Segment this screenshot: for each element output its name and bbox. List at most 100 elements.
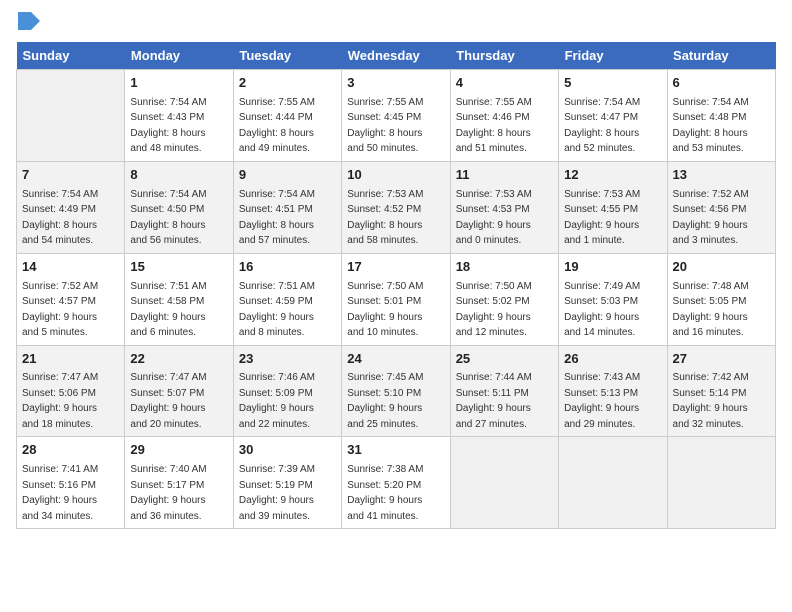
weekday-header: Tuesday [233, 42, 341, 70]
logo [16, 16, 40, 30]
calendar-cell: 27 Sunrise: 7:42 AM Sunset: 5:14 PM Dayli… [667, 345, 775, 437]
day-info: Sunrise: 7:54 AM Sunset: 4:43 PM Dayligh… [130, 97, 206, 155]
day-info: Sunrise: 7:43 AM Sunset: 5:13 PM Dayligh… [564, 372, 640, 430]
calendar-table: SundayMondayTuesdayWednesdayThursdayFrid… [16, 42, 776, 529]
weekday-header: Wednesday [342, 42, 450, 70]
day-info: Sunrise: 7:54 AM Sunset: 4:50 PM Dayligh… [130, 189, 206, 247]
calendar-cell: 24 Sunrise: 7:45 AM Sunset: 5:10 PM Dayli… [342, 345, 450, 437]
day-number: 28 [22, 441, 119, 460]
day-info: Sunrise: 7:50 AM Sunset: 5:02 PM Dayligh… [456, 281, 532, 339]
day-info: Sunrise: 7:46 AM Sunset: 5:09 PM Dayligh… [239, 372, 315, 430]
day-info: Sunrise: 7:54 AM Sunset: 4:49 PM Dayligh… [22, 189, 98, 247]
day-info: Sunrise: 7:41 AM Sunset: 5:16 PM Dayligh… [22, 464, 98, 522]
day-info: Sunrise: 7:40 AM Sunset: 5:17 PM Dayligh… [130, 464, 206, 522]
calendar-cell: 25 Sunrise: 7:44 AM Sunset: 5:11 PM Dayli… [450, 345, 558, 437]
calendar-cell: 29 Sunrise: 7:40 AM Sunset: 5:17 PM Dayli… [125, 437, 233, 529]
weekday-header: Thursday [450, 42, 558, 70]
calendar-cell: 15 Sunrise: 7:51 AM Sunset: 4:58 PM Dayli… [125, 253, 233, 345]
calendar-week-row: 1Sunrise: 7:54 AM Sunset: 4:43 PM Daylig… [17, 70, 776, 162]
day-info: Sunrise: 7:55 AM Sunset: 4:46 PM Dayligh… [456, 97, 532, 155]
day-info: Sunrise: 7:38 AM Sunset: 5:20 PM Dayligh… [347, 464, 423, 522]
day-number: 4 [456, 74, 553, 93]
day-number: 15 [130, 258, 227, 277]
calendar-cell: 3 Sunrise: 7:55 AM Sunset: 4:45 PM Daylig… [342, 70, 450, 162]
day-number: 24 [347, 350, 444, 369]
calendar-cell: 1Sunrise: 7:54 AM Sunset: 4:43 PM Daylig… [125, 70, 233, 162]
day-info: Sunrise: 7:45 AM Sunset: 5:10 PM Dayligh… [347, 372, 423, 430]
weekday-header: Friday [559, 42, 667, 70]
calendar-week-row: 14 Sunrise: 7:52 AM Sunset: 4:57 PM Dayli… [17, 253, 776, 345]
calendar-cell: 16 Sunrise: 7:51 AM Sunset: 4:59 PM Dayli… [233, 253, 341, 345]
day-number: 6 [673, 74, 770, 93]
day-number: 30 [239, 441, 336, 460]
day-number: 16 [239, 258, 336, 277]
calendar-cell [559, 437, 667, 529]
day-number: 17 [347, 258, 444, 277]
day-number: 22 [130, 350, 227, 369]
day-info: Sunrise: 7:53 AM Sunset: 4:55 PM Dayligh… [564, 189, 640, 247]
calendar-cell: 9 Sunrise: 7:54 AM Sunset: 4:51 PM Daylig… [233, 161, 341, 253]
weekday-header: Saturday [667, 42, 775, 70]
day-info: Sunrise: 7:42 AM Sunset: 5:14 PM Dayligh… [673, 372, 749, 430]
day-info: Sunrise: 7:54 AM Sunset: 4:48 PM Dayligh… [673, 97, 749, 155]
calendar-cell: 30 Sunrise: 7:39 AM Sunset: 5:19 PM Dayli… [233, 437, 341, 529]
calendar-cell: 31 Sunrise: 7:38 AM Sunset: 5:20 PM Dayli… [342, 437, 450, 529]
calendar-cell: 17Sunrise: 7:50 AM Sunset: 5:01 PM Dayli… [342, 253, 450, 345]
calendar-cell: 2Sunrise: 7:55 AM Sunset: 4:44 PM Daylig… [233, 70, 341, 162]
day-number: 25 [456, 350, 553, 369]
day-number: 21 [22, 350, 119, 369]
calendar-cell: 8Sunrise: 7:54 AM Sunset: 4:50 PM Daylig… [125, 161, 233, 253]
day-number: 20 [673, 258, 770, 277]
calendar-cell: 18 Sunrise: 7:50 AM Sunset: 5:02 PM Dayli… [450, 253, 558, 345]
calendar-cell: 14 Sunrise: 7:52 AM Sunset: 4:57 PM Dayli… [17, 253, 125, 345]
day-number: 12 [564, 166, 661, 185]
calendar-week-row: 28 Sunrise: 7:41 AM Sunset: 5:16 PM Dayli… [17, 437, 776, 529]
calendar-cell: 12 Sunrise: 7:53 AM Sunset: 4:55 PM Dayli… [559, 161, 667, 253]
day-info: Sunrise: 7:55 AM Sunset: 4:45 PM Dayligh… [347, 97, 423, 155]
day-number: 31 [347, 441, 444, 460]
logo-icon [18, 12, 40, 30]
day-number: 23 [239, 350, 336, 369]
day-number: 26 [564, 350, 661, 369]
day-info: Sunrise: 7:52 AM Sunset: 4:56 PM Dayligh… [673, 189, 749, 247]
calendar-cell: 26 Sunrise: 7:43 AM Sunset: 5:13 PM Dayli… [559, 345, 667, 437]
day-info: Sunrise: 7:51 AM Sunset: 4:58 PM Dayligh… [130, 281, 206, 339]
day-number: 13 [673, 166, 770, 185]
day-number: 19 [564, 258, 661, 277]
day-number: 29 [130, 441, 227, 460]
day-info: Sunrise: 7:48 AM Sunset: 5:05 PM Dayligh… [673, 281, 749, 339]
day-number: 10 [347, 166, 444, 185]
calendar-cell: 13 Sunrise: 7:52 AM Sunset: 4:56 PM Dayli… [667, 161, 775, 253]
calendar-cell: 7 Sunrise: 7:54 AM Sunset: 4:49 PM Daylig… [17, 161, 125, 253]
day-number: 9 [239, 166, 336, 185]
day-info: Sunrise: 7:47 AM Sunset: 5:06 PM Dayligh… [22, 372, 98, 430]
day-info: Sunrise: 7:53 AM Sunset: 4:53 PM Dayligh… [456, 189, 532, 247]
day-number: 7 [22, 166, 119, 185]
calendar-week-row: 21 Sunrise: 7:47 AM Sunset: 5:06 PM Dayli… [17, 345, 776, 437]
calendar-cell: 10Sunrise: 7:53 AM Sunset: 4:52 PM Dayli… [342, 161, 450, 253]
day-info: Sunrise: 7:55 AM Sunset: 4:44 PM Dayligh… [239, 97, 315, 155]
day-info: Sunrise: 7:54 AM Sunset: 4:51 PM Dayligh… [239, 189, 315, 247]
day-number: 14 [22, 258, 119, 277]
day-number: 3 [347, 74, 444, 93]
calendar-cell: 11 Sunrise: 7:53 AM Sunset: 4:53 PM Dayli… [450, 161, 558, 253]
calendar-cell: 6 Sunrise: 7:54 AM Sunset: 4:48 PM Daylig… [667, 70, 775, 162]
day-info: Sunrise: 7:47 AM Sunset: 5:07 PM Dayligh… [130, 372, 206, 430]
calendar-cell: 23 Sunrise: 7:46 AM Sunset: 5:09 PM Dayli… [233, 345, 341, 437]
day-number: 18 [456, 258, 553, 277]
calendar-cell [17, 70, 125, 162]
day-info: Sunrise: 7:39 AM Sunset: 5:19 PM Dayligh… [239, 464, 315, 522]
calendar-cell: 5Sunrise: 7:54 AM Sunset: 4:47 PM Daylig… [559, 70, 667, 162]
day-number: 11 [456, 166, 553, 185]
day-info: Sunrise: 7:44 AM Sunset: 5:11 PM Dayligh… [456, 372, 532, 430]
day-info: Sunrise: 7:51 AM Sunset: 4:59 PM Dayligh… [239, 281, 315, 339]
calendar-week-row: 7 Sunrise: 7:54 AM Sunset: 4:49 PM Daylig… [17, 161, 776, 253]
day-info: Sunrise: 7:54 AM Sunset: 4:47 PM Dayligh… [564, 97, 640, 155]
weekday-header: Sunday [17, 42, 125, 70]
weekday-row: SundayMondayTuesdayWednesdayThursdayFrid… [17, 42, 776, 70]
day-number: 27 [673, 350, 770, 369]
calendar-cell: 22 Sunrise: 7:47 AM Sunset: 5:07 PM Dayli… [125, 345, 233, 437]
day-info: Sunrise: 7:49 AM Sunset: 5:03 PM Dayligh… [564, 281, 640, 339]
calendar-body: 1Sunrise: 7:54 AM Sunset: 4:43 PM Daylig… [17, 70, 776, 529]
day-info: Sunrise: 7:52 AM Sunset: 4:57 PM Dayligh… [22, 281, 98, 339]
